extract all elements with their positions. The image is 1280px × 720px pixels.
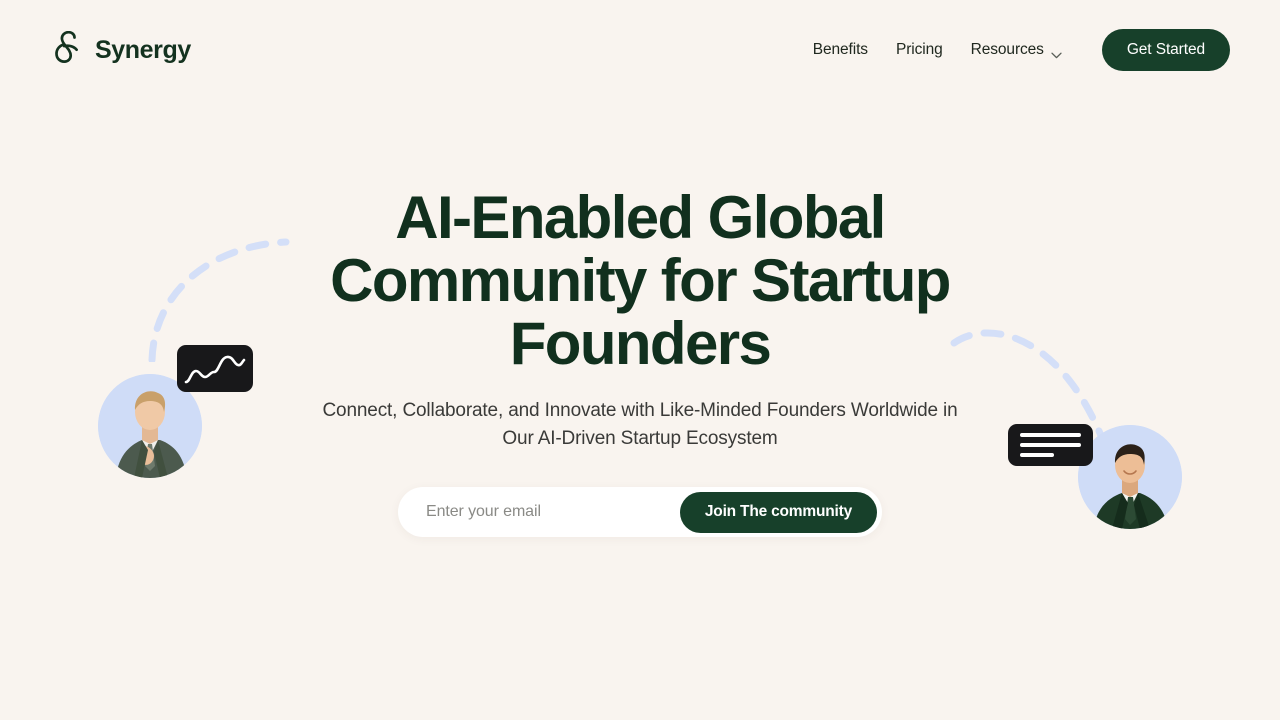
email-signup-form: Join The community bbox=[398, 487, 882, 537]
hero-subtitle: Connect, Collaborate, and Innovate with … bbox=[322, 400, 958, 449]
email-input[interactable] bbox=[398, 487, 680, 537]
nav-item-benefits[interactable]: Benefits bbox=[799, 32, 882, 68]
page-title: AI-Enabled Global Community for Startup … bbox=[330, 184, 951, 377]
brand-name: Synergy bbox=[95, 35, 191, 64]
ampersand-curl-logo-icon bbox=[50, 30, 84, 69]
get-started-button[interactable]: Get Started bbox=[1101, 29, 1230, 71]
nav-item-resources-label: Resources bbox=[970, 41, 1044, 59]
nav-item-pricing[interactable]: Pricing bbox=[882, 32, 957, 68]
hero-section: AI-Enabled Global Community for Startup … bbox=[0, 186, 1280, 453]
nav-item-resources[interactable]: Resources bbox=[957, 32, 1076, 68]
main-navigation: Benefits Pricing Resources Get Started bbox=[799, 29, 1230, 71]
landing-page: Synergy Benefits Pricing Resources Get S… bbox=[0, 0, 1280, 720]
brand-logo[interactable]: Synergy bbox=[50, 30, 191, 70]
chevron-down-icon bbox=[1051, 47, 1062, 58]
text-line-3 bbox=[1020, 453, 1054, 457]
join-community-button[interactable]: Join The community bbox=[679, 491, 877, 533]
site-header: Synergy Benefits Pricing Resources Get S… bbox=[0, 0, 1280, 100]
